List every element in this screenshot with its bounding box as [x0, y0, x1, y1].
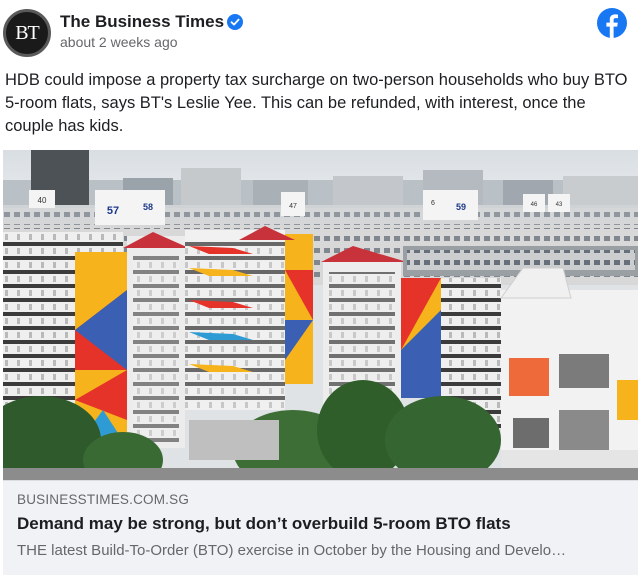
- block-number-57: 57: [107, 205, 119, 217]
- avatar-logo-text: BT: [15, 21, 40, 44]
- page-name-link[interactable]: The Business Times: [60, 12, 224, 32]
- link-title[interactable]: Demand may be strong, but don’t overbuil…: [17, 514, 511, 534]
- verified-badge-icon: [227, 14, 243, 30]
- link-preview-card[interactable]: BUSINESSTIMES.COM.SG Demand may be stron…: [3, 480, 638, 575]
- link-domain: BUSINESSTIMES.COM.SG: [17, 492, 190, 507]
- block-number-47: 47: [289, 203, 297, 210]
- block-number-40: 40: [38, 196, 47, 205]
- post-caption: HDB could impose a property tax surcharg…: [5, 71, 628, 135]
- block-number-6: 6: [431, 200, 435, 207]
- block-number-46: 46: [531, 202, 538, 208]
- page-avatar[interactable]: BT: [3, 9, 51, 57]
- block-number-43: 43: [556, 202, 563, 208]
- block-number-58: 58: [143, 202, 153, 212]
- hdb-flats-photo: 40 57 58 47 6 59 46 43: [3, 150, 638, 480]
- link-description: THE latest Build-To-Order (BTO) exercise…: [17, 542, 567, 559]
- post-header: BT The Business Times about 2 weeks ago: [0, 0, 640, 62]
- post-timestamp[interactable]: about 2 weeks ago: [60, 34, 178, 50]
- block-number-59: 59: [456, 202, 466, 212]
- post-photo[interactable]: 40 57 58 47 6 59 46 43: [3, 150, 638, 480]
- facebook-logo-icon[interactable]: [597, 8, 627, 38]
